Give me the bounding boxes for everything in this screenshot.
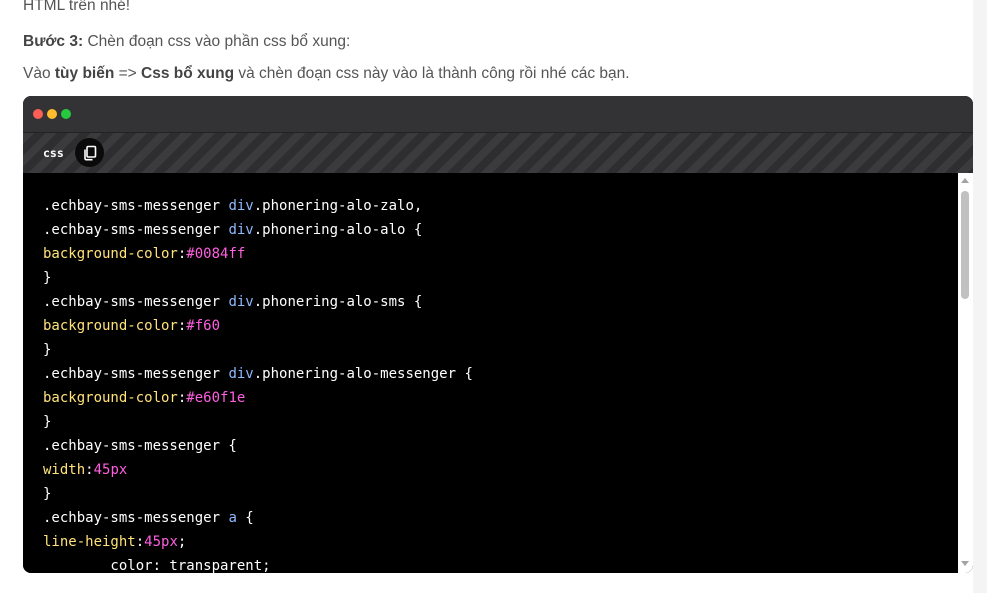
code-token-prop: background-color — [43, 390, 178, 406]
instruction-arrow: => — [114, 65, 142, 82]
code-token-prop: background-color — [43, 246, 178, 262]
code-token-plain: .echbay-sms-messenger — [43, 510, 229, 526]
instruction-paragraph: Vào tùy biến => Css bổ xung và chèn đoạn… — [23, 65, 630, 83]
code-line: line-height:45px; — [43, 530, 473, 554]
code-token-val: #0084ff — [186, 246, 246, 262]
instruction-customize: tùy biến — [54, 65, 115, 82]
code-token-plain: : — [85, 462, 94, 478]
code-token-plain: : — [135, 534, 145, 550]
code-token-plain: color: transparent; — [43, 558, 271, 573]
code-token-plain: } — [43, 270, 52, 286]
code-line: .echbay-sms-messenger div.phonering-alo-… — [43, 362, 473, 386]
code-line: color: transparent; — [43, 554, 473, 573]
code-token-tag: div — [228, 222, 254, 238]
code-token-tag: a — [228, 510, 237, 526]
code-token-plain: } — [43, 342, 52, 358]
code-line: background-color:#e60f1e — [43, 386, 473, 410]
code-token-plain: .echbay-sms-messenger { — [43, 438, 237, 454]
step-paragraph: Bước 3: Chèn đoạn css vào phần css bổ xu… — [23, 33, 350, 51]
code-language-bar: css — [23, 133, 973, 173]
code-line: .echbay-sms-messenger div.phonering-alo-… — [43, 290, 473, 314]
code-line: } — [43, 482, 473, 506]
window-maximize-dot — [61, 109, 71, 119]
code-line: } — [43, 410, 473, 434]
instruction-prefix: Vào — [23, 65, 55, 82]
code-line: .echbay-sms-messenger div.phonering-alo-… — [43, 218, 473, 242]
step-label: Bước 3: — [23, 33, 84, 50]
code-token-plain: { — [236, 510, 254, 526]
window-close-dot — [33, 109, 43, 119]
code-content[interactable]: .echbay-sms-messenger div.phonering-alo-… — [23, 173, 973, 573]
code-language-label: css — [43, 146, 64, 160]
code-token-plain: .echbay-sms-messenger — [43, 222, 229, 238]
code-token-plain: .phonering-alo-sms { — [253, 294, 423, 310]
code-token-prop: background-color — [43, 318, 178, 334]
code-token-plain: ; — [177, 534, 187, 550]
code-scrollbar[interactable] — [958, 173, 973, 573]
code-token-val: #e60f1e — [186, 390, 246, 406]
code-line: .echbay-sms-messenger div.phonering-alo-… — [43, 194, 473, 218]
code-token-val: 45px — [93, 462, 128, 478]
code-line: } — [43, 266, 473, 290]
scrollbar-thumb[interactable] — [961, 191, 969, 299]
code-token-plain: .echbay-sms-messenger — [43, 294, 229, 310]
scroll-up-arrow-icon[interactable] — [961, 178, 969, 183]
code-token-plain: } — [43, 486, 52, 502]
copy-code-button[interactable] — [75, 138, 104, 167]
code-line: } — [43, 338, 473, 362]
article-page: HTML trên nhé! Bước 3: Chèn đoạn css vào… — [0, 0, 973, 593]
code-token-tag: div — [228, 198, 254, 214]
step-text: Chèn đoạn css vào phần css bổ xung: — [83, 33, 351, 50]
code-token-val: 45px — [144, 534, 178, 550]
code-token-plain: .echbay-sms-messenger — [43, 366, 229, 382]
copy-icon — [83, 145, 96, 160]
page-margin — [973, 0, 987, 593]
code-token-prop: line-height — [43, 534, 136, 550]
code-token-prop: width — [43, 462, 86, 478]
code-window-titlebar — [23, 96, 973, 133]
code-token-val: #f60 — [186, 318, 221, 334]
code-lines: .echbay-sms-messenger div.phonering-alo-… — [43, 194, 473, 573]
code-token-plain: } — [43, 414, 52, 430]
intro-text: HTML trên nhé! — [23, 0, 131, 14]
code-line: background-color:#0084ff — [43, 242, 473, 266]
code-line: .echbay-sms-messenger { — [43, 434, 473, 458]
code-line: .echbay-sms-messenger a { — [43, 506, 473, 530]
scroll-down-arrow-icon[interactable] — [961, 561, 969, 566]
code-line: background-color:#f60 — [43, 314, 473, 338]
code-token-plain: .phonering-alo-alo { — [253, 222, 423, 238]
code-token-plain: .echbay-sms-messenger — [43, 198, 229, 214]
code-block: css .echbay-sms-messenger div.phonering-… — [23, 96, 973, 573]
intro-line: HTML trên nhé! — [23, 0, 130, 15]
code-token-tag: div — [228, 366, 254, 382]
code-token-plain: .phonering-alo-zalo, — [253, 198, 423, 214]
window-minimize-dot — [47, 109, 57, 119]
code-line: width:45px — [43, 458, 473, 482]
instruction-suffix: và chèn đoạn css này vào là thành công r… — [234, 65, 630, 82]
code-token-plain: .phonering-alo-messenger { — [253, 366, 473, 382]
code-token-tag: div — [228, 294, 254, 310]
instruction-additional-css: Css bổ xung — [141, 65, 235, 82]
